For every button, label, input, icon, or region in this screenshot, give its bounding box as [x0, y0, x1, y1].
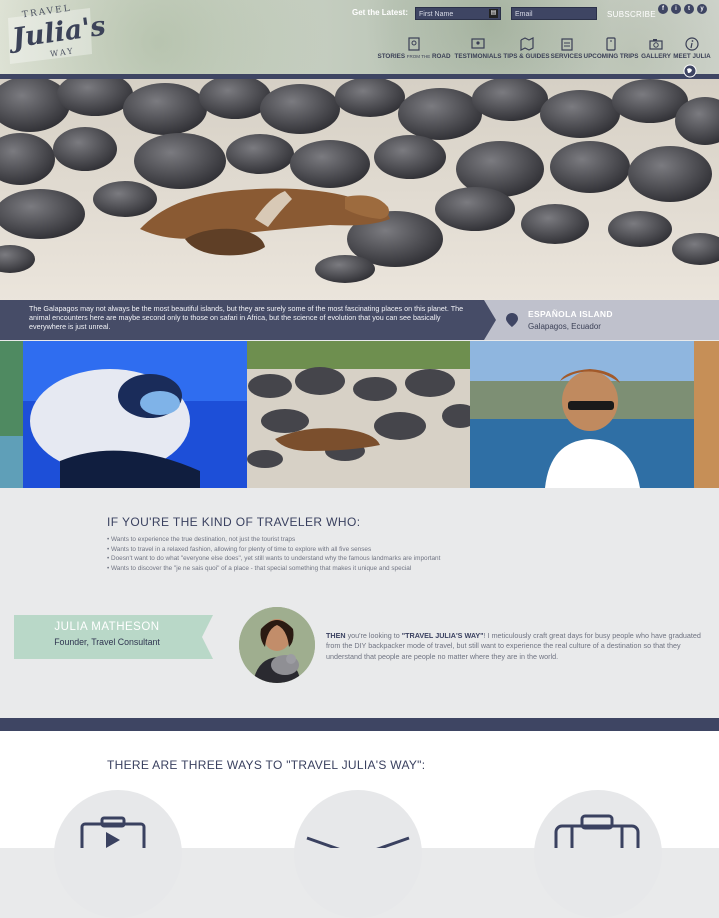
- nav-gallery[interactable]: GALLERY: [640, 37, 672, 65]
- stories-icon: [408, 37, 420, 51]
- nav-tips[interactable]: TIPS & GUIDES: [503, 37, 550, 65]
- nav-upcoming-label: UPCOMING TRIPS: [583, 53, 639, 60]
- nav-upcoming-trips[interactable]: UPCOMING TRIPS: [583, 37, 639, 65]
- hero-image: [0, 79, 719, 302]
- contact-card-icon: ▤: [489, 9, 498, 18]
- globe-icon[interactable]: [683, 64, 697, 78]
- newsletter-label: Get the Latest:: [352, 8, 409, 17]
- subscribe-button[interactable]: SUBSCRIBE: [607, 10, 656, 19]
- then-mid: you're looking to: [345, 631, 402, 640]
- nav-gallery-label: GALLERY: [641, 53, 671, 60]
- way-circle-3[interactable]: [534, 790, 662, 918]
- traveler-list: • Wants to experience the true destinati…: [107, 535, 607, 573]
- clipboard-play-icon: [80, 816, 146, 848]
- nav-testimonials[interactable]: TESTIMONIALS: [453, 37, 503, 65]
- nav-stories[interactable]: STORIES FROM THE ROAD: [375, 37, 453, 65]
- photo-strip: [0, 341, 719, 488]
- hero-caption: The Galapagos may not always be the most…: [29, 304, 464, 332]
- facebook-icon[interactable]: f: [658, 4, 668, 14]
- nav-meet-julia[interactable]: MEET JULIA: [672, 37, 712, 65]
- traveler-heading: IF YOU'RE THE KIND OF TRAVELER WHO:: [107, 515, 361, 529]
- location-pin-icon: [506, 313, 518, 327]
- testimonials-icon: [471, 38, 485, 49]
- list-item: • Doesn't want to do what "everyone else…: [107, 555, 441, 563]
- envelope-icon: [306, 836, 410, 848]
- way-circle-2[interactable]: [294, 790, 422, 918]
- location-subtitle: Galapagos, Ecuador: [528, 322, 601, 331]
- phone-icon: [606, 37, 616, 51]
- list-item: • Wants to experience the true destinati…: [107, 536, 296, 543]
- instagram-icon[interactable]: i: [671, 4, 681, 14]
- julia-photo: [239, 607, 315, 683]
- youtube-icon[interactable]: y: [697, 4, 707, 14]
- list-item: • Wants to travel in a relaxed fashion, …: [107, 545, 372, 553]
- profile-role: Founder, Travel Consultant: [54, 637, 160, 647]
- then-quote: "TRAVEL JULIA'S WAY": [401, 631, 484, 640]
- email-field[interactable]: Email: [511, 7, 597, 20]
- twitter-icon[interactable]: t: [684, 4, 694, 14]
- way-circle-1[interactable]: [54, 790, 182, 918]
- info-icon: [685, 37, 699, 51]
- nav-testimonials-label: TESTIMONIALS: [454, 53, 502, 60]
- clipboard-icon: [560, 38, 573, 51]
- sea-lion-photo: [0, 79, 719, 302]
- nav-services[interactable]: SERVICES: [550, 37, 583, 65]
- ways-heading: THERE ARE THREE WAYS TO "TRAVEL JULIA'S …: [107, 758, 426, 772]
- nav-meet-label: MEET JULIA: [673, 53, 711, 60]
- nav-stories-label: STORIES FROM THE ROAD: [377, 53, 451, 60]
- section-divider: [0, 718, 719, 731]
- profile-name: JULIA MATHESON: [54, 621, 160, 633]
- then-lead: THEN: [326, 631, 346, 640]
- avatar: [239, 607, 315, 683]
- nav-services-label: SERVICES: [550, 53, 583, 60]
- nav-tips-label: TIPS & GUIDES: [503, 53, 550, 60]
- photo-strip-images: [0, 341, 719, 488]
- map-icon: [519, 37, 534, 51]
- list-item: • Wants to discover the "je ne sais quoi…: [107, 564, 412, 572]
- camera-icon: [649, 39, 663, 50]
- suitcase-icon: [554, 814, 640, 848]
- location-name: ESPAÑOLA ISLAND: [528, 309, 613, 319]
- then-paragraph: THEN you're looking to "TRAVEL JULIA'S W…: [326, 631, 716, 662]
